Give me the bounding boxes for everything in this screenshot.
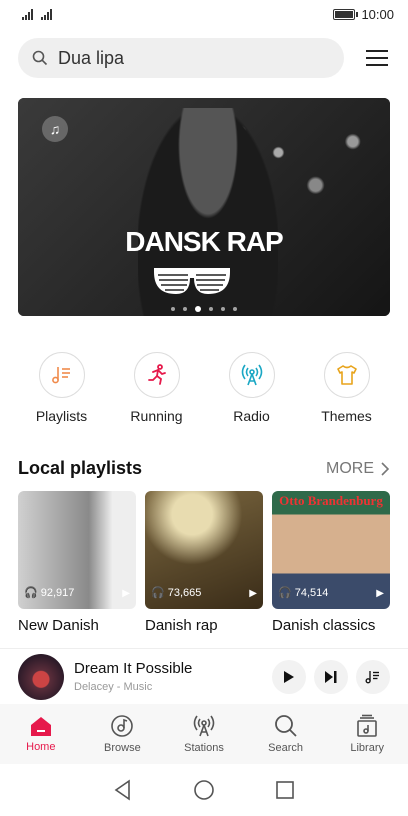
play-count: 92,917 xyxy=(40,586,75,599)
tab-label: Browse xyxy=(104,742,141,754)
play-icon[interactable]: ▶ xyxy=(376,588,384,599)
more-label: MORE xyxy=(326,459,374,477)
search-bar[interactable] xyxy=(18,38,344,78)
tab-search[interactable]: Search xyxy=(251,714,321,754)
now-playing-bar[interactable]: Dream It Possible Delacey - Music xyxy=(0,648,408,704)
search-icon xyxy=(32,50,48,66)
playlist-name: Danish rap xyxy=(145,617,218,634)
disc-icon xyxy=(111,715,134,737)
next-button[interactable] xyxy=(314,659,348,694)
recents-icon[interactable] xyxy=(275,780,295,800)
library-icon xyxy=(357,714,377,737)
play-count: 73,665 xyxy=(167,586,202,599)
music-note-icon: ♫ xyxy=(42,116,68,142)
playlist-card[interactable]: 🎧 73,665 ▶ Danish rap xyxy=(145,491,263,634)
clock: 10:00 xyxy=(361,6,394,22)
tab-home[interactable]: Home xyxy=(6,715,76,753)
section-title: Local playlists xyxy=(18,458,143,478)
signal-indicators xyxy=(22,8,52,20)
category-playlists[interactable]: Playlists xyxy=(22,352,102,424)
cover-text: Otto Brandenburg xyxy=(279,493,383,508)
play-icon[interactable]: ▶ xyxy=(249,588,257,599)
bottom-tab-bar: Home Browse Stations Search Library xyxy=(0,704,408,764)
category-themes[interactable]: Themes xyxy=(307,352,387,424)
playlist-icon xyxy=(38,352,85,398)
tab-label: Search xyxy=(268,742,303,754)
featured-banner[interactable]: ♫ DANSK RAP xyxy=(18,98,390,316)
album-art xyxy=(18,653,64,700)
menu-button[interactable] xyxy=(366,45,388,71)
playlist-name: Danish classics xyxy=(272,617,376,634)
banner-pagination xyxy=(18,306,390,312)
system-navigation-bar xyxy=(0,764,408,816)
radio-icon xyxy=(228,352,275,398)
category-row: Playlists Running Radio Themes xyxy=(0,352,408,424)
tshirt-icon xyxy=(323,352,370,398)
play-icon xyxy=(284,670,294,683)
headphones-icon: 🎧 xyxy=(24,587,38,599)
play-button[interactable] xyxy=(272,659,306,694)
track-artist: Delacey - Music xyxy=(74,681,153,693)
category-label: Radio xyxy=(233,408,270,424)
tab-label: Home xyxy=(26,741,56,753)
playlist-cover: 🎧 73,665 ▶ xyxy=(145,491,263,609)
play-icon[interactable]: ▶ xyxy=(122,588,130,599)
tab-browse[interactable]: Browse xyxy=(87,714,157,754)
search-input[interactable] xyxy=(58,47,298,69)
radio-icon xyxy=(193,715,215,737)
chevron-right-icon xyxy=(381,461,390,476)
category-running[interactable]: Running xyxy=(117,352,197,424)
running-icon xyxy=(133,352,180,398)
local-playlists-header: Local playlists MORE xyxy=(18,458,390,479)
home-icon xyxy=(30,717,51,736)
playlist-card[interactable]: 🎧 92,917 ▶ New Danish xyxy=(18,491,136,634)
search-icon xyxy=(274,715,297,737)
tab-label: Library xyxy=(350,742,384,754)
playlist-cover: 🎧 92,917 ▶ xyxy=(18,491,136,609)
tab-label: Stations xyxy=(184,742,224,754)
status-bar: 10:00 xyxy=(0,0,408,28)
category-label: Themes xyxy=(321,408,372,424)
queue-button[interactable] xyxy=(356,659,390,694)
battery-icon xyxy=(333,8,359,20)
headphones-icon: 🎧 xyxy=(151,587,165,599)
back-icon[interactable] xyxy=(113,779,133,801)
tab-stations[interactable]: Stations xyxy=(169,714,239,754)
signal-icon-2 xyxy=(41,8,52,20)
skip-next-icon xyxy=(325,670,337,683)
headphones-icon: 🎧 xyxy=(278,587,292,599)
playlist-cover: Otto Brandenburg 🎧 74,514 ▶ xyxy=(272,491,390,609)
play-count: 74,514 xyxy=(294,586,329,599)
category-radio[interactable]: Radio xyxy=(212,352,292,424)
playlist-card[interactable]: Otto Brandenburg 🎧 74,514 ▶ Danish classi… xyxy=(272,491,390,634)
home-circle-icon[interactable] xyxy=(193,779,215,801)
sunglasses-icon xyxy=(154,268,230,294)
playlist-carousel: 🎧 92,917 ▶ New Danish 🎧 73,665 ▶ Danish ra… xyxy=(0,491,408,634)
track-title: Dream It Possible xyxy=(74,660,193,677)
more-button[interactable]: MORE xyxy=(326,460,390,478)
playlist-icon xyxy=(365,670,379,683)
banner-title: DANSK RAP xyxy=(125,226,283,257)
playlist-name: New Danish xyxy=(18,617,99,634)
category-label: Running xyxy=(130,408,183,424)
tab-library[interactable]: Library xyxy=(332,714,402,754)
signal-icon xyxy=(22,8,33,20)
category-label: Playlists xyxy=(35,408,88,424)
